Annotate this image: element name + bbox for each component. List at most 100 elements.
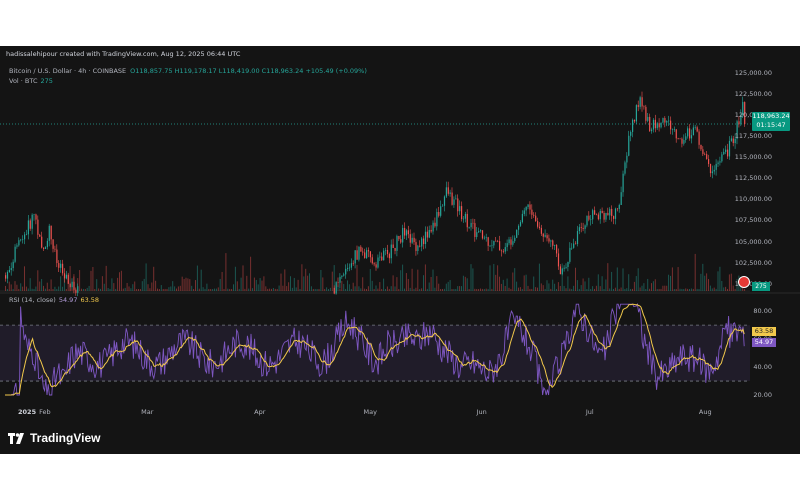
candle-body <box>402 227 404 243</box>
volume-bar <box>278 285 280 291</box>
volume-bar <box>305 268 307 291</box>
volume-bar <box>331 271 333 291</box>
candle-body <box>445 187 447 197</box>
volume-bar <box>573 285 575 291</box>
candle-body <box>409 234 411 243</box>
candle-body <box>35 214 37 220</box>
volume-bar <box>464 276 466 291</box>
symbol-name[interactable]: Bitcoin / U.S. Dollar · 4h · COINBASE <box>9 67 126 75</box>
candle-body <box>592 210 594 220</box>
candle-body <box>643 106 645 108</box>
tradingview-logo[interactable]: TradingView <box>8 431 100 445</box>
volume-bar <box>24 266 25 291</box>
price-tick-label: 105,000.00 <box>734 237 772 246</box>
volume-bar <box>170 286 172 291</box>
candle-body <box>721 154 723 162</box>
candle-body <box>459 206 461 212</box>
price-tick-label: 125,000.00 <box>734 69 772 78</box>
volume-bar <box>597 274 599 291</box>
candle-body <box>348 267 351 269</box>
candle-body <box>350 263 352 268</box>
candle-body <box>527 204 529 208</box>
volume-bar <box>100 288 101 291</box>
volume-bar <box>8 281 10 291</box>
volume-bar <box>352 282 354 291</box>
volume-bar <box>293 277 295 291</box>
candle-body <box>371 257 373 264</box>
volume-bar <box>322 277 324 291</box>
candle-body <box>651 129 653 132</box>
candle-body <box>730 138 732 141</box>
volume-bar <box>616 267 618 291</box>
candle-body <box>708 159 710 165</box>
candle-body <box>481 230 484 239</box>
candle-body <box>692 127 694 136</box>
candle-body <box>725 149 727 152</box>
volume-bar <box>639 287 641 291</box>
volume-bar <box>324 288 326 291</box>
volume-bar <box>601 276 603 291</box>
volume-bar <box>272 287 274 291</box>
rsi-tick-label: 40.00 <box>753 363 772 372</box>
candle-body <box>645 106 647 121</box>
volume-bar <box>409 287 411 291</box>
volume-legend[interactable]: Vol · BTC 275 <box>9 77 53 85</box>
rsi-legend[interactable]: RSI (14, close) 54.97 63.58 <box>9 296 99 304</box>
volume-bar <box>195 280 196 291</box>
candle-body <box>727 149 729 157</box>
candle-body <box>504 247 506 252</box>
candle-body <box>14 246 16 262</box>
candle-body <box>510 239 512 245</box>
volume-bar <box>307 275 309 291</box>
candle-body <box>567 261 569 268</box>
volume-bar <box>519 287 521 291</box>
candle-body <box>71 281 73 288</box>
volume-bar <box>455 288 457 291</box>
candle-body <box>6 271 9 279</box>
candle-body <box>497 240 499 242</box>
volume-bar <box>164 288 166 291</box>
candle-body <box>46 240 48 248</box>
time-tick-label: Feb <box>39 408 51 416</box>
chart-canvas[interactable] <box>0 0 800 500</box>
volume-bar <box>58 286 60 291</box>
volume-bar <box>719 266 721 291</box>
volume-bar <box>141 281 143 291</box>
volume-bar <box>377 288 379 291</box>
volume-bar <box>696 288 698 291</box>
volume-bar <box>428 282 430 291</box>
volume-bar <box>240 277 242 291</box>
candle-body <box>633 119 636 122</box>
volume-bar <box>151 282 153 291</box>
alert-icon[interactable] <box>738 276 750 288</box>
candle-body <box>597 214 599 220</box>
volume-bar <box>189 279 191 291</box>
candle-body <box>419 245 421 247</box>
volume-bar <box>176 288 177 291</box>
volume-bar <box>183 278 185 291</box>
volume-bar <box>548 283 550 291</box>
candle-body <box>675 129 677 139</box>
candle-body <box>698 131 700 145</box>
volume-bar <box>690 288 692 291</box>
candle-body <box>711 171 713 174</box>
volume-bar <box>419 288 421 291</box>
volume-bar <box>329 287 331 291</box>
volume-bar <box>407 278 409 291</box>
volume-bar <box>20 283 22 291</box>
volume-bar <box>88 285 90 291</box>
candle-body <box>531 209 533 215</box>
candle-body <box>624 162 626 174</box>
volume-bar <box>421 288 423 291</box>
symbol-legend[interactable]: Bitcoin / U.S. Dollar · 4h · COINBASE O11… <box>9 67 367 75</box>
volume-bar <box>267 288 269 291</box>
candle-body <box>702 149 704 154</box>
volume-bar <box>29 278 31 291</box>
candle-body <box>673 129 675 130</box>
candle-body <box>538 226 541 228</box>
volume-bar <box>86 287 88 291</box>
candle-body <box>436 212 438 227</box>
candle-body <box>649 116 651 132</box>
candle-body <box>548 238 550 242</box>
volume-bar <box>259 278 261 291</box>
